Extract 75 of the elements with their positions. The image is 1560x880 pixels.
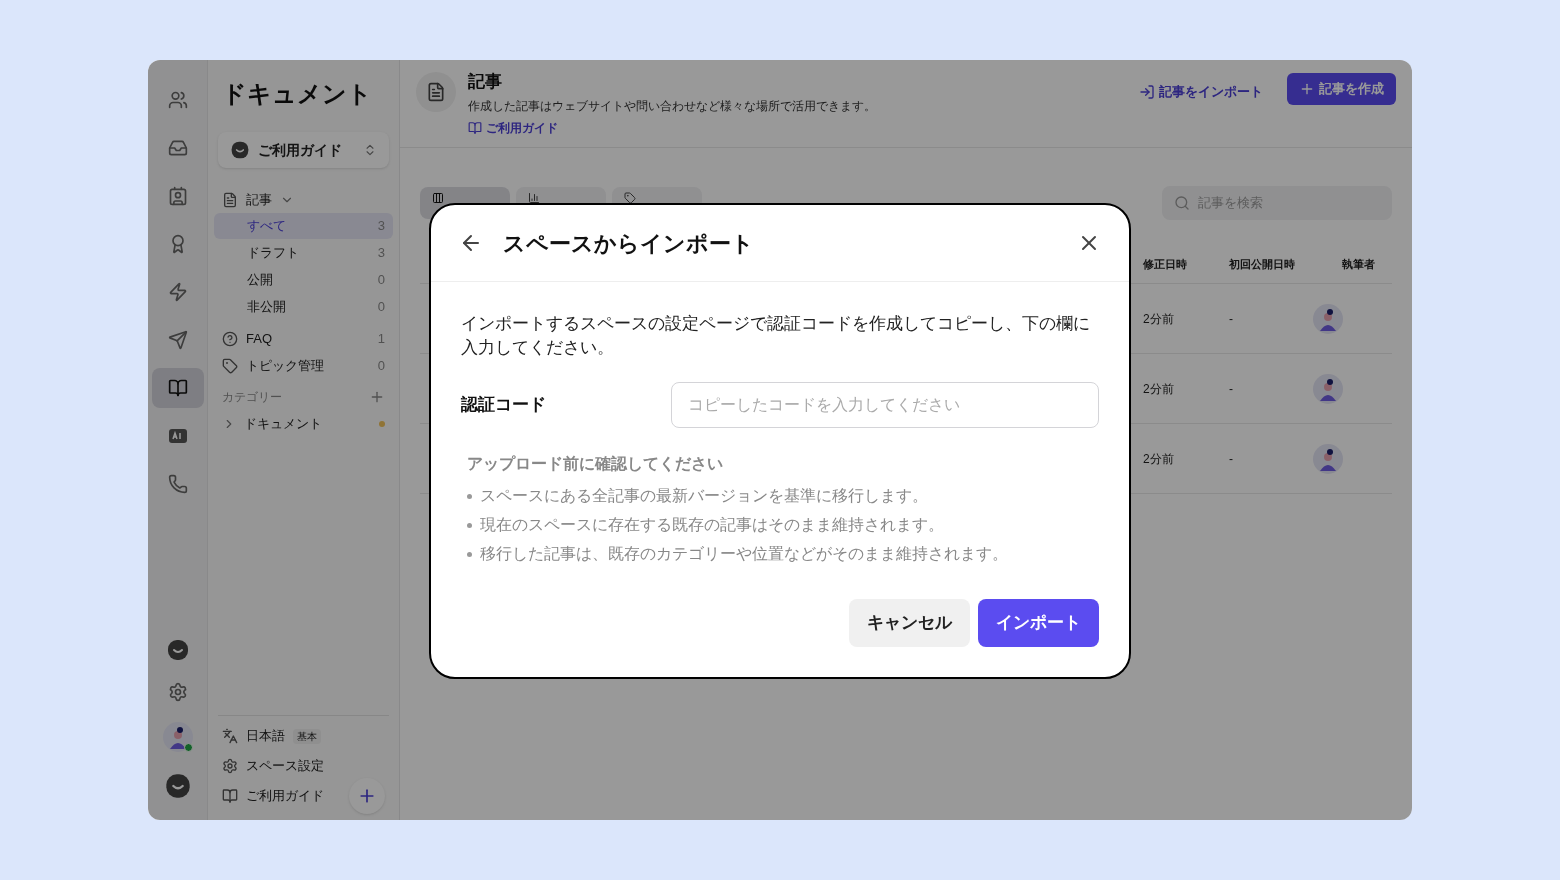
import-button[interactable]: 記事をインポート bbox=[1127, 76, 1275, 108]
create-button[interactable]: 記事を作成 bbox=[1287, 73, 1396, 105]
field-label: 認証コード bbox=[461, 394, 547, 417]
bullet-icon bbox=[467, 522, 472, 528]
sidebar-link[interactable]: ご利用ガイド bbox=[246, 786, 324, 806]
table-cell-text: - bbox=[1229, 310, 1234, 328]
column-header: 初回公開日時 bbox=[1229, 257, 1296, 273]
sidebar-title: ドキュメント bbox=[221, 79, 373, 109]
translate-icon bbox=[222, 728, 238, 744]
search-icon bbox=[1174, 195, 1190, 211]
document-icon bbox=[222, 192, 238, 208]
author-avatar bbox=[1313, 373, 1343, 404]
book-icon bbox=[222, 788, 238, 804]
sidebar-item[interactable]: すべて 3 bbox=[214, 213, 393, 239]
table-cell-text: 2分前 bbox=[1143, 310, 1175, 328]
settings-icon[interactable] bbox=[167, 682, 188, 702]
tab-icon bbox=[528, 192, 540, 204]
column-header: 執筆者 bbox=[1342, 257, 1375, 273]
page-description: 作成した記事はウェブサイトや問い合わせなど様々な場所で活用できます。 bbox=[468, 97, 877, 115]
dialog-instruction: インポートするスペースの設定ページで認証コードを作成してコピーし、下の欄に入力してください。 bbox=[461, 313, 1091, 359]
tab-icon bbox=[432, 192, 444, 204]
plus-icon bbox=[1299, 81, 1315, 97]
add-button[interactable] bbox=[349, 778, 385, 814]
logo-icon bbox=[230, 140, 250, 160]
sidebar-link[interactable]: 日本語 bbox=[246, 726, 285, 746]
table-cell-text: - bbox=[1229, 450, 1234, 468]
dialog-title: スペースからインポート bbox=[503, 229, 755, 258]
author-avatar bbox=[1313, 443, 1343, 474]
user-avatar bbox=[162, 722, 193, 752]
language-badge: 基本 bbox=[293, 728, 321, 744]
paper-plane-icon[interactable] bbox=[167, 330, 188, 350]
ai-icon[interactable] bbox=[167, 426, 188, 446]
contact-card-icon[interactable] bbox=[167, 186, 188, 206]
sidebar-link[interactable]: スペース設定 bbox=[246, 756, 324, 776]
articles-label[interactable]: 記事 bbox=[246, 190, 272, 210]
help-icon bbox=[222, 330, 238, 347]
code-input[interactable]: コピーしたコードを入力してください bbox=[671, 382, 1099, 428]
category-item[interactable]: ドキュメント bbox=[244, 414, 371, 434]
table-cell-text: 2分前 bbox=[1143, 450, 1175, 468]
notice-item: スペースにある全記事の最新バージョンを基準に移行します。 bbox=[480, 486, 928, 506]
author-avatar bbox=[1313, 303, 1343, 334]
bullet-icon bbox=[467, 493, 472, 499]
sidebar-item[interactable]: 公開 0 bbox=[214, 267, 393, 293]
table-cell-text: 2分前 bbox=[1143, 380, 1175, 398]
rail-button[interactable] bbox=[151, 368, 204, 408]
column-header: 修正日時 bbox=[1143, 257, 1188, 273]
space-selector[interactable]: ご利用ガイド bbox=[218, 132, 389, 168]
users-icon[interactable] bbox=[167, 90, 188, 110]
notice-item: 移行した記事は、既存のカテゴリーや位置などがそのまま維持されます。 bbox=[480, 544, 1008, 564]
bolt-icon[interactable] bbox=[167, 282, 188, 302]
notice-item: 現在のスペースに存在する既存の記事はそのまま維持されます。 bbox=[480, 515, 944, 535]
import-icon bbox=[1139, 84, 1155, 100]
cancel-button[interactable]: キャンセル bbox=[849, 599, 970, 647]
sidebar-item[interactable]: FAQ bbox=[246, 328, 370, 349]
table-cell-text: - bbox=[1229, 380, 1234, 398]
phone-icon[interactable] bbox=[167, 474, 188, 494]
notice-title: アップロード前に確認してください bbox=[466, 454, 724, 474]
book-icon bbox=[468, 120, 482, 135]
item-count: 0 bbox=[377, 356, 385, 375]
inbox-icon[interactable] bbox=[167, 138, 188, 158]
import-button[interactable]: インポート bbox=[978, 599, 1099, 647]
item-count: 1 bbox=[377, 329, 385, 348]
section-label: カテゴリー bbox=[222, 389, 282, 406]
add-icon[interactable] bbox=[369, 389, 385, 405]
sidebar-item[interactable]: 非公開 0 bbox=[214, 294, 393, 320]
sidebar-item[interactable]: ドラフト 3 bbox=[214, 240, 393, 266]
tab-icon bbox=[624, 192, 636, 204]
page-title: 記事 bbox=[468, 71, 503, 93]
settings-icon bbox=[222, 758, 238, 774]
tag-icon bbox=[222, 357, 238, 374]
sidebar-item[interactable]: トピック管理 bbox=[246, 355, 370, 376]
bullet-icon bbox=[467, 551, 472, 557]
document-icon bbox=[416, 72, 456, 112]
guide-link[interactable]: ご利用ガイド bbox=[468, 118, 1115, 137]
book-icon[interactable] bbox=[167, 378, 188, 398]
